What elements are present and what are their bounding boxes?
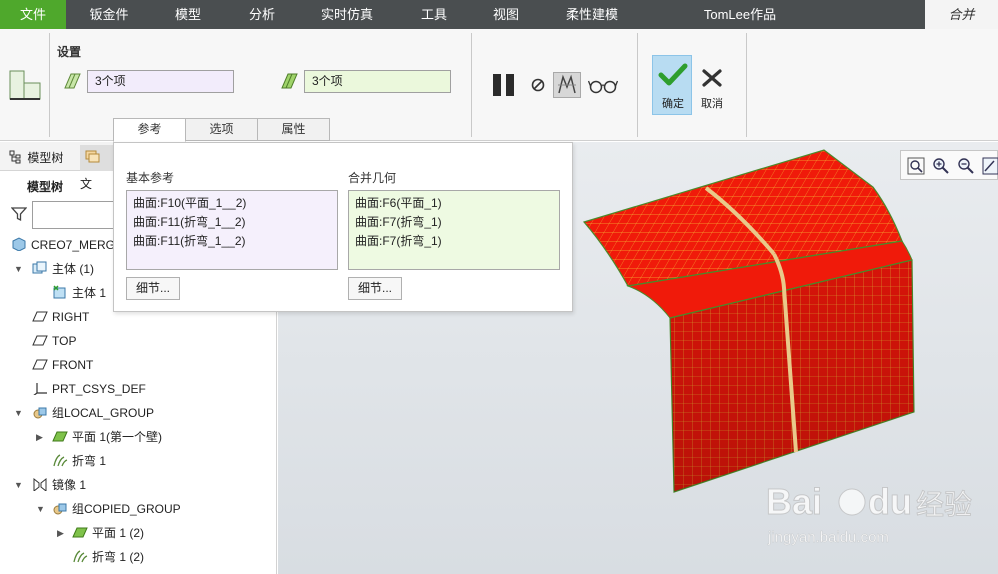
pause-icon[interactable]: [490, 72, 518, 98]
ok-label: 确定: [662, 98, 684, 110]
bend-icon: [53, 454, 68, 467]
menu-sheetmetal[interactable]: 钣金件: [74, 0, 144, 29]
menu-model[interactable]: 模型: [158, 0, 218, 29]
tab-layer-tree[interactable]: 文: [80, 145, 114, 191]
menu-analysis[interactable]: 分析: [232, 0, 292, 29]
collapse-arrow[interactable]: ▼: [14, 475, 23, 495]
watermark-jingyan: 经验: [916, 488, 972, 521]
group-icon: [53, 503, 67, 515]
tree-item-right-plane[interactable]: RIGHT: [32, 307, 89, 327]
body-icon: [53, 285, 66, 299]
tab-model-tree[interactable]: 模型树: [8, 145, 76, 171]
tab-merge[interactable]: 合并: [925, 0, 998, 29]
tab-options[interactable]: 选项: [185, 118, 258, 141]
part-icon: [12, 237, 26, 251]
merge-geometry-list[interactable]: 曲面:F6(平面_1) 曲面:F7(折弯_1) 曲面:F7(折弯_1): [348, 190, 560, 270]
base-reference-list[interactable]: 曲面:F10(平面_1__2) 曲面:F11(折弯_1__2) 曲面:F11(折…: [126, 190, 338, 270]
preview-glasses-icon[interactable]: [588, 77, 618, 95]
tree-item-mirror[interactable]: 镜像 1: [32, 475, 86, 495]
collapse-arrow[interactable]: ▼: [36, 499, 45, 519]
menu-simulation[interactable]: 实时仿真: [312, 0, 382, 29]
filter-icon[interactable]: [11, 206, 27, 222]
watermark-du: du: [868, 482, 912, 522]
references-panel: 基本参考 曲面:F10(平面_1__2) 曲面:F11(折弯_1__2) 曲面:…: [113, 142, 573, 312]
flat-wall-icon: [72, 527, 88, 538]
ok-button[interactable]: 确定: [652, 55, 692, 115]
list-item[interactable]: 曲面:F11(折弯_1__2): [133, 232, 331, 251]
mirror-icon: [33, 477, 47, 491]
menu-bar: 文件 钣金件 模型 分析 实时仿真 工具 视图 柔性建模 TomLee作品 合并: [0, 0, 998, 29]
bend-icon: [73, 550, 88, 563]
secondary-surface-collector[interactable]: 3个项: [304, 70, 451, 93]
menu-tools[interactable]: 工具: [404, 0, 464, 29]
base-reference-label: 基本参考: [126, 171, 175, 185]
tree-item-bend[interactable]: 折弯 1: [52, 451, 106, 471]
tree-item-bend-2[interactable]: 折弯 1 (2): [72, 547, 144, 567]
surface-collector-icon: [281, 73, 298, 89]
merge-geometry-label: 合并几何: [348, 171, 397, 185]
menu-file[interactable]: 文件: [0, 0, 66, 29]
ribbon: 设置 3个项 3个项 确定 取消 参考 选项 属性: [0, 29, 998, 142]
checkmark-icon: [658, 63, 688, 86]
menu-author[interactable]: TomLee作品: [690, 0, 790, 29]
list-item[interactable]: 曲面:F10(平面_1__2): [133, 194, 331, 213]
menu-view[interactable]: 视图: [476, 0, 536, 29]
tab-layer-label: 文: [80, 177, 93, 191]
watermark-bai: Bai: [766, 482, 822, 522]
verify-icon: [558, 74, 576, 94]
datum-plane-icon: [32, 311, 48, 322]
collapse-arrow[interactable]: ▼: [14, 259, 23, 279]
datum-plane-icon: [32, 335, 48, 346]
cancel-label: 取消: [701, 98, 723, 110]
baidu-watermark: Bai du 经验 jingyan.baidu.com: [766, 482, 973, 546]
settings-group-label: 设置: [57, 45, 82, 59]
model-tree-title: 模型树: [27, 180, 64, 194]
merge-details-button[interactable]: 细节...: [348, 277, 402, 300]
surface-collector-icon: [64, 73, 81, 89]
tree-item-copied-group[interactable]: 组COPIED_GROUP: [52, 499, 181, 519]
base-details-button[interactable]: 细节...: [126, 277, 180, 300]
tree-root-part[interactable]: CREO7_MERG: [11, 235, 115, 255]
primary-surface-collector[interactable]: 3个项: [87, 70, 234, 93]
cancel-button[interactable]: 取消: [697, 55, 727, 115]
group-icon: [33, 407, 47, 419]
x-icon: [702, 69, 722, 87]
list-item[interactable]: 曲面:F11(折弯_1__2): [133, 213, 331, 232]
expand-arrow[interactable]: ▶: [57, 523, 64, 543]
tree-item-local-group[interactable]: 组LOCAL_GROUP: [32, 403, 154, 423]
tree-item-front-plane[interactable]: FRONT: [32, 355, 93, 375]
flat-wall-icon: [52, 431, 68, 442]
tree-item-bodies[interactable]: 主体 (1): [32, 259, 94, 279]
model-tree-icon: [9, 150, 21, 164]
menu-flexible-modeling[interactable]: 柔性建模: [556, 0, 628, 29]
list-item[interactable]: 曲面:F7(折弯_1): [355, 213, 553, 232]
tree-item-csys[interactable]: PRT_CSYS_DEF: [32, 379, 146, 399]
collapse-arrow[interactable]: ▼: [14, 403, 23, 423]
list-item[interactable]: 曲面:F7(折弯_1): [355, 232, 553, 251]
layers-icon: [85, 150, 100, 163]
verify-button[interactable]: [553, 72, 581, 98]
coordinate-system-icon: [33, 383, 47, 395]
expand-arrow[interactable]: ▶: [36, 427, 43, 447]
list-item[interactable]: 曲面:F6(平面_1): [355, 194, 553, 213]
no-preview-icon[interactable]: [530, 77, 546, 93]
tree-item-top-plane[interactable]: TOP: [32, 331, 76, 351]
tree-item-flat-wall-2[interactable]: 平面 1 (2): [72, 523, 144, 543]
tree-filter-input[interactable]: [32, 201, 122, 229]
merge-type-icon[interactable]: [8, 69, 42, 101]
tab-properties[interactable]: 属性: [257, 118, 330, 141]
tab-model-tree-label: 模型树: [27, 151, 64, 165]
watermark-url: jingyan.baidu.com: [767, 529, 889, 546]
datum-plane-icon: [32, 359, 48, 370]
bodies-icon: [32, 261, 47, 274]
tree-item-flat-wall[interactable]: 平面 1(第一个壁): [52, 427, 162, 447]
tree-item-body-1[interactable]: 主体 1: [52, 283, 106, 303]
tab-references[interactable]: 参考: [113, 118, 186, 142]
